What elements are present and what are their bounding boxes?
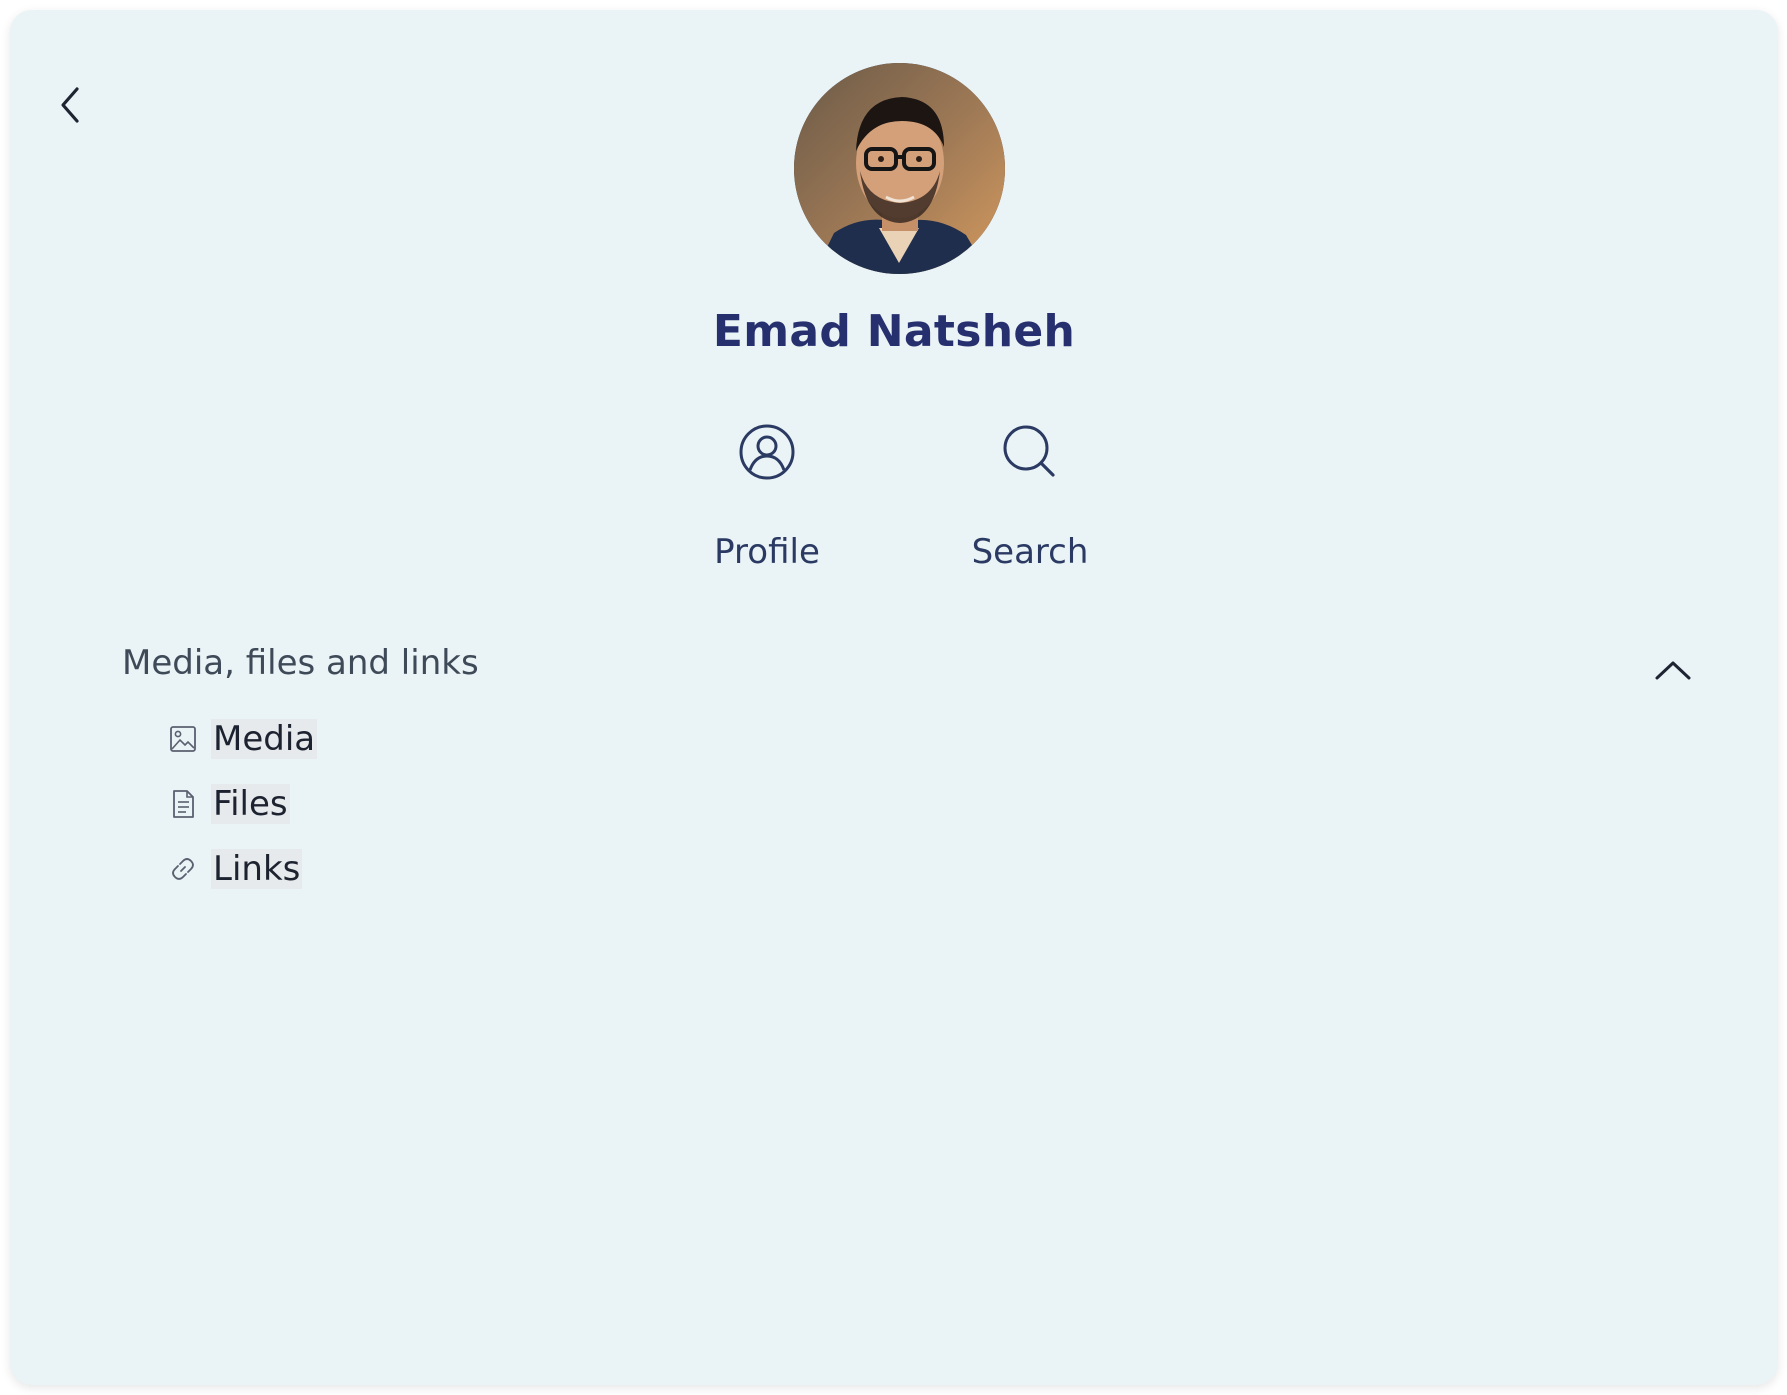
user-circle-icon [735, 420, 799, 484]
contact-info-panel: Emad Natsheh Profile Search Media, files… [10, 10, 1778, 1385]
collapse-section-button[interactable] [1646, 650, 1700, 690]
back-button[interactable] [40, 70, 100, 140]
section-title: Media, files and links [122, 643, 479, 683]
file-icon [167, 788, 199, 820]
links-label: Links [211, 849, 303, 889]
media-files-links-list: Media Files Links [167, 715, 318, 910]
chevron-up-icon [1655, 661, 1691, 680]
avatar-photo [794, 63, 1005, 274]
profile-action-label: Profile [714, 532, 820, 572]
search-action-button[interactable]: Search [945, 420, 1115, 572]
chevron-left-icon [61, 87, 79, 123]
media-label: Media [211, 719, 318, 759]
list-item-files[interactable]: Files [167, 780, 317, 828]
contact-name: Emad Natsheh [712, 306, 1076, 357]
profile-action-button[interactable]: Profile [682, 420, 852, 572]
avatar [794, 63, 1005, 274]
list-item-links[interactable]: Links [167, 845, 317, 893]
list-item-media[interactable]: Media [167, 715, 318, 763]
search-action-label: Search [971, 532, 1089, 572]
link-icon [167, 853, 199, 885]
image-icon [167, 723, 199, 755]
files-label: Files [211, 784, 290, 824]
search-icon [998, 420, 1062, 484]
